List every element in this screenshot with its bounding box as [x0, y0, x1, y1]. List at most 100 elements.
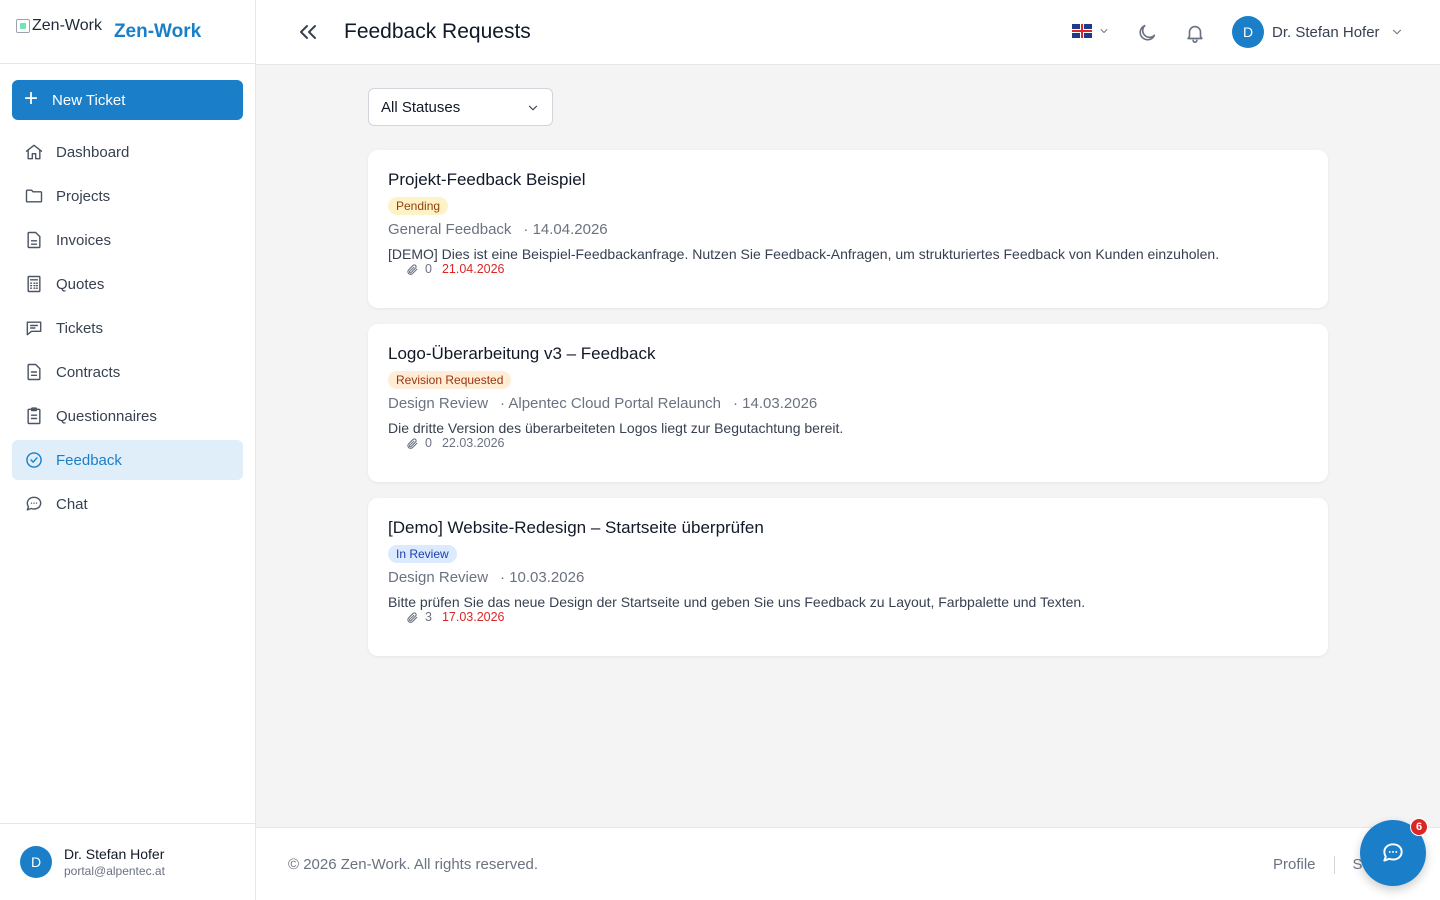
card-meta: General Feedback · 14.04.2026 [388, 221, 1308, 238]
card-footer: 0 21.04.2026 [406, 262, 1308, 276]
attachment-count: 0 [425, 262, 432, 276]
page-footer: © 2026 Zen-Work. All rights reserved. Pr… [256, 827, 1440, 900]
feedback-type: Design Review [388, 395, 489, 412]
theme-toggle-button[interactable] [1136, 22, 1158, 44]
card-footer: 0 22.03.2026 [406, 436, 1308, 450]
sidebar-nav: Dashboard Projects Invoices Quotes Ticke… [12, 132, 243, 528]
due-date: 17.03.2026 [441, 610, 505, 624]
uk-flag-icon [1072, 24, 1092, 38]
sidebar-item-label: Chat [56, 495, 88, 513]
paperclip-icon [407, 263, 418, 275]
sidebar-item-label: Quotes [56, 275, 105, 293]
avatar: D [20, 846, 52, 878]
moon-icon [1139, 24, 1156, 41]
card-title: Projekt-Feedback Beispiel [388, 170, 586, 189]
language-selector[interactable] [1072, 24, 1110, 38]
new-ticket-label: New Ticket [52, 91, 126, 109]
logo-alt-text: Zen-Work [32, 16, 102, 34]
created-date: · 10.03.2026 [500, 569, 585, 586]
status-badge: In Review [388, 545, 457, 563]
sidebar-item-label: Questionnaires [56, 407, 157, 425]
created-date: · 14.03.2026 [733, 395, 818, 412]
card-meta: Design Review · 10.03.2026 [388, 569, 1308, 586]
due-date: 21.04.2026 [441, 262, 505, 276]
folder-icon [25, 189, 43, 203]
chevron-down-icon [1100, 29, 1108, 33]
attachment-count: 3 [425, 610, 432, 624]
user-name: Dr. Stefan Hofer [1272, 23, 1380, 41]
card-meta: Design Review · Alpentec Cloud Portal Re… [388, 395, 1308, 412]
sidebar-item-label: Tickets [56, 319, 103, 337]
sidebar-item-questionnaires[interactable]: Questionnaires [12, 396, 243, 436]
status-badge: Pending [388, 197, 449, 215]
brand-name: Zen-Work [113, 20, 202, 42]
unread-count-badge: 6 [1410, 818, 1428, 836]
attachment-count: 0 [425, 436, 432, 450]
calculator-icon [27, 275, 41, 293]
sidebar-user[interactable]: D Dr. Stefan Hofer portal@alpentec.at [0, 823, 255, 900]
status-filter-value: All Statuses [381, 98, 461, 116]
user-email: portal@alpentec.at [64, 864, 165, 878]
feedback-card[interactable]: Logo-Überarbeitung v3 – Feedback Revisio… [368, 324, 1328, 482]
message-square-icon [26, 321, 42, 336]
notifications-button[interactable] [1184, 22, 1206, 44]
feedback-card[interactable]: [Demo] Website-Redesign – Startseite übe… [368, 498, 1328, 656]
sidebar-item-label: Projects [56, 187, 111, 205]
sidebar-item-label: Contracts [56, 363, 121, 381]
check-circle-icon [26, 452, 42, 468]
new-ticket-button[interactable]: + New Ticket [12, 80, 243, 120]
feedback-type: General Feedback [388, 221, 512, 238]
sidebar: Zen-Work Zen-Work + New Ticket Dashboard… [0, 0, 256, 900]
brand[interactable]: Zen-Work Zen-Work [0, 0, 255, 64]
sidebar-item-invoices[interactable]: Invoices [12, 220, 243, 260]
chevrons-left-icon [300, 25, 316, 39]
footer-links: Profile S [1273, 856, 1363, 874]
user-menu[interactable]: D Dr. Stefan Hofer [1232, 16, 1404, 48]
paperclip-icon [407, 611, 418, 623]
chat-bubble-icon [1383, 843, 1403, 862]
chevron-down-icon [528, 105, 538, 111]
top-header: Feedback Requests D Dr. Stefan Hofer [256, 0, 1440, 65]
feedback-type: Design Review [388, 569, 489, 586]
user-name: Dr. Stefan Hofer [64, 846, 165, 862]
page-title: Feedback Requests [344, 20, 531, 43]
sidebar-item-quotes[interactable]: Quotes [12, 264, 243, 304]
project-name: · Alpentec Cloud Portal Relaunch [500, 395, 722, 412]
home-icon [25, 144, 43, 160]
sidebar-item-dashboard[interactable]: Dashboard [12, 132, 243, 172]
sidebar-item-label: Dashboard [56, 143, 130, 161]
sidebar-item-chat[interactable]: Chat [12, 484, 243, 524]
broken-image-icon [16, 18, 30, 33]
sidebar-item-label: Feedback [56, 451, 122, 469]
card-description: [DEMO] Dies ist eine Beispiel-Feedbackan… [388, 246, 1220, 262]
document-icon [27, 231, 41, 249]
copyright: © 2026 Zen-Work. All rights reserved. [288, 856, 539, 873]
card-description: Die dritte Version des überarbeiteten Lo… [388, 420, 844, 436]
avatar: D [1232, 16, 1264, 48]
document-text-icon [27, 363, 41, 381]
sidebar-item-label: Invoices [56, 231, 112, 249]
card-title: [Demo] Website-Redesign – Startseite übe… [388, 518, 764, 537]
card-title: Logo-Überarbeitung v3 – Feedback [388, 344, 656, 363]
divider [1333, 856, 1335, 874]
plus-icon: + [24, 85, 39, 112]
feedback-card[interactable]: Projekt-Feedback Beispiel Pending Genera… [368, 150, 1328, 308]
bell-icon [1187, 25, 1203, 43]
chat-bubble-icon [26, 496, 42, 511]
logo-image: Zen-Work [16, 17, 102, 35]
status-badge: Revision Requested [388, 371, 512, 389]
paperclip-icon [407, 437, 418, 449]
clipboard-icon [27, 407, 41, 425]
sidebar-item-feedback[interactable]: Feedback [12, 440, 243, 480]
chevron-down-icon [1392, 29, 1401, 35]
card-description: Bitte prüfen Sie das neue Design der Sta… [388, 594, 1086, 610]
collapse-sidebar-button[interactable] [296, 20, 320, 44]
footer-link-profile[interactable]: Profile [1273, 856, 1316, 874]
created-date: · 14.04.2026 [523, 221, 608, 238]
sidebar-item-tickets[interactable]: Tickets [12, 308, 243, 348]
status-filter-select[interactable]: All Statuses [368, 88, 553, 126]
sidebar-item-contracts[interactable]: Contracts [12, 352, 243, 392]
card-footer: 3 17.03.2026 [406, 610, 1308, 624]
due-date: 22.03.2026 [441, 436, 505, 450]
sidebar-item-projects[interactable]: Projects [12, 176, 243, 216]
